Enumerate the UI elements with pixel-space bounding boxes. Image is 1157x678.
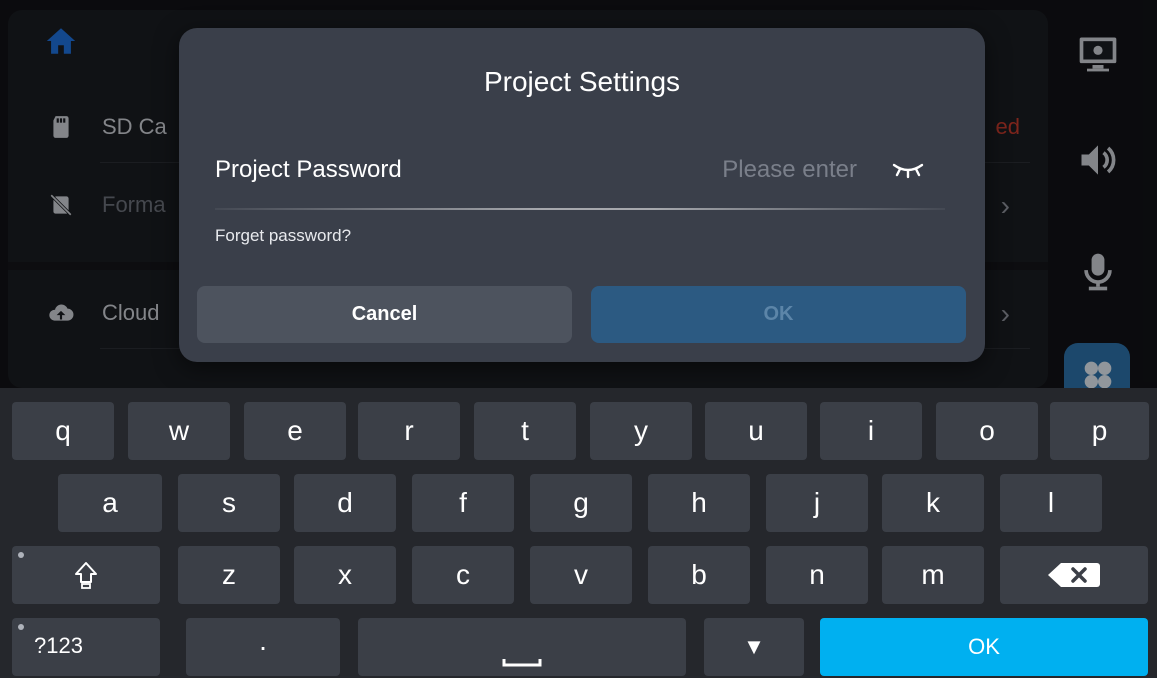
key-m[interactable]: m <box>882 546 984 604</box>
cancel-button[interactable]: Cancel <box>197 286 572 343</box>
key-s[interactable]: s <box>178 474 280 532</box>
eye-closed-icon[interactable] <box>891 160 925 180</box>
key-k[interactable]: k <box>882 474 984 532</box>
shift-icon <box>75 562 97 589</box>
key-b[interactable]: b <box>648 546 750 604</box>
space-key[interactable] <box>358 618 686 676</box>
password-input[interactable] <box>609 152 857 188</box>
key-r[interactable]: r <box>358 402 460 460</box>
key-w[interactable]: w <box>128 402 230 460</box>
key-z[interactable]: z <box>178 546 280 604</box>
password-underline <box>215 208 945 210</box>
key-p[interactable]: p <box>1050 402 1149 460</box>
keyboard-ok-key[interactable]: OK <box>820 618 1148 676</box>
key-x[interactable]: x <box>294 546 396 604</box>
symbols-key-label: ?123 <box>34 633 83 658</box>
key-l[interactable]: l <box>1000 474 1102 532</box>
project-settings-dialog: Project Settings Project Password Forget… <box>179 28 985 362</box>
password-label: Project Password <box>215 156 402 183</box>
hide-keyboard-key[interactable]: ▼ <box>704 618 804 676</box>
on-screen-keyboard: q w e r t y u i o p a s d f g h j k l z … <box>0 388 1157 678</box>
long-press-dot <box>18 552 24 558</box>
key-t[interactable]: t <box>474 402 576 460</box>
backspace-key[interactable] <box>1000 546 1148 604</box>
key-o[interactable]: o <box>936 402 1038 460</box>
key-h[interactable]: h <box>648 474 750 532</box>
key-g[interactable]: g <box>530 474 632 532</box>
key-i[interactable]: i <box>820 402 922 460</box>
key-u[interactable]: u <box>705 402 807 460</box>
key-y[interactable]: y <box>590 402 692 460</box>
shift-key[interactable] <box>12 546 160 604</box>
key-e[interactable]: e <box>244 402 346 460</box>
key-c[interactable]: c <box>412 546 514 604</box>
key-v[interactable]: v <box>530 546 632 604</box>
key-a[interactable]: a <box>58 474 162 532</box>
backspace-icon <box>1048 563 1100 587</box>
key-q[interactable]: q <box>12 402 114 460</box>
key-n[interactable]: n <box>766 546 868 604</box>
ok-button[interactable]: OK <box>591 286 966 343</box>
key-d[interactable]: d <box>294 474 396 532</box>
period-key[interactable]: · <box>186 618 340 676</box>
space-bar-icon <box>502 659 542 667</box>
forget-password-link[interactable]: Forget password? <box>215 226 351 246</box>
key-f[interactable]: f <box>412 474 514 532</box>
symbols-key[interactable]: ?123 <box>12 618 160 676</box>
key-j[interactable]: j <box>766 474 868 532</box>
long-press-dot <box>18 624 24 630</box>
dialog-title: Project Settings <box>483 66 681 97</box>
